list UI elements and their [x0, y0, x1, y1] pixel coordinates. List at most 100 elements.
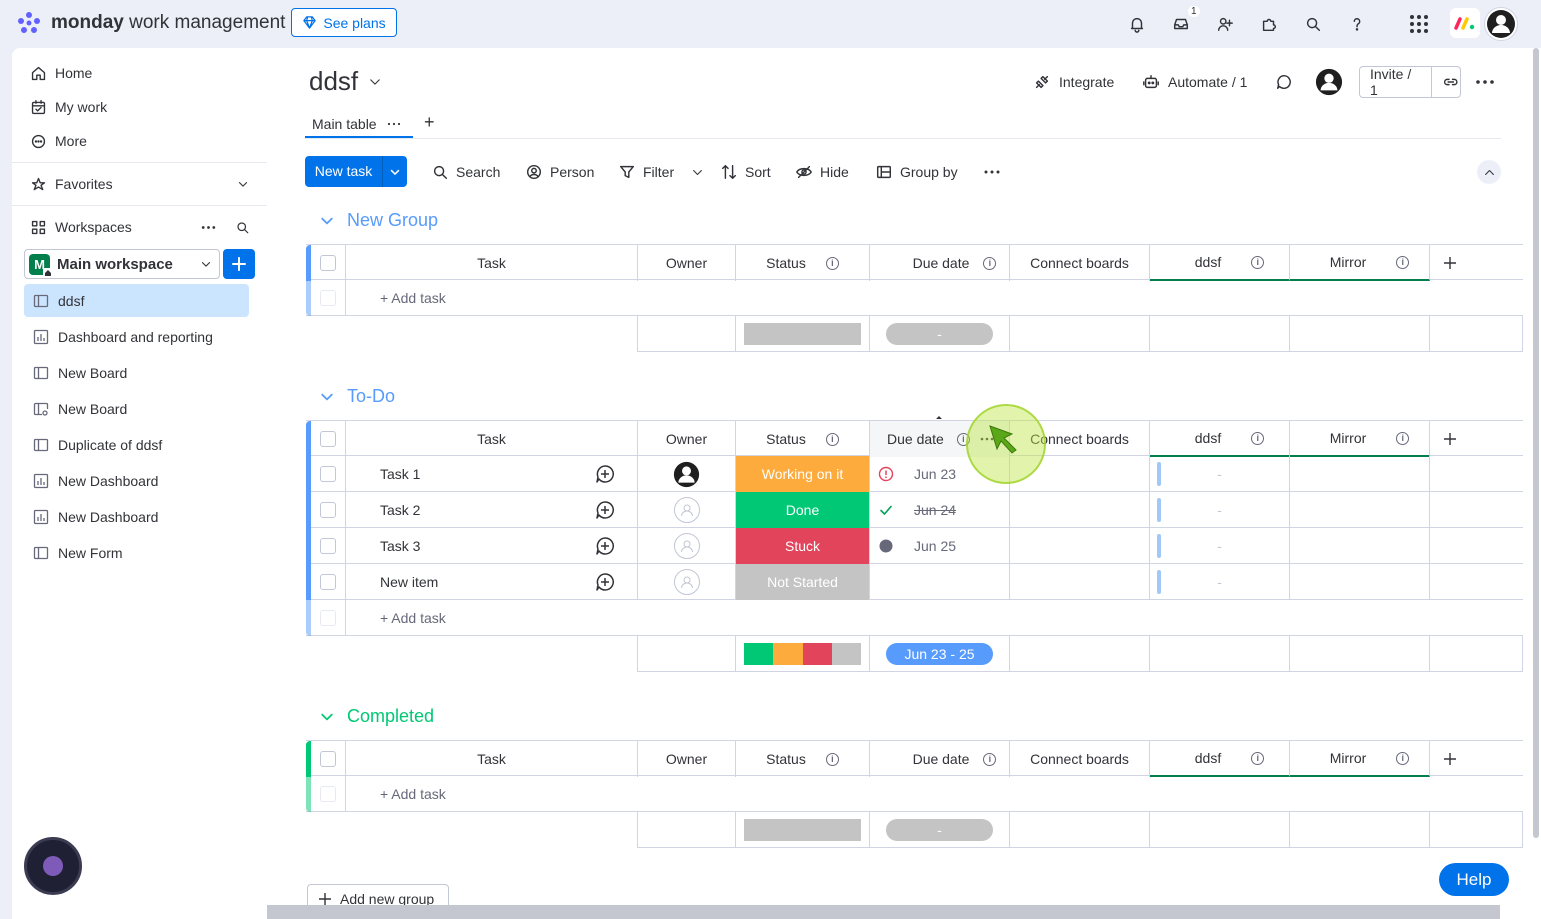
chevron-down-icon[interactable] — [388, 165, 402, 179]
mirror-cell[interactable] — [1290, 528, 1430, 564]
group-header-to-do[interactable]: To-Do — [319, 386, 395, 407]
horizontal-scrollbar[interactable] — [267, 905, 1500, 919]
column-header-connect-boards[interactable]: Connect boards — [1010, 245, 1150, 281]
select-all-checkbox[interactable] — [311, 741, 346, 777]
info-icon[interactable]: i — [1251, 431, 1265, 445]
column-header-status[interactable]: Status i — [736, 421, 870, 457]
chevron-down-icon[interactable] — [691, 166, 704, 179]
group-header-completed[interactable]: Completed — [319, 706, 434, 727]
tab-main-table[interactable]: Main table — [305, 110, 408, 138]
owner-cell[interactable] — [638, 528, 736, 564]
owner-cell[interactable] — [638, 492, 736, 528]
apps-icon[interactable] — [1258, 13, 1280, 35]
sidebar-item-more[interactable]: More — [30, 127, 87, 155]
column-header-mirror[interactable]: Mirror i — [1290, 245, 1430, 281]
status-cell[interactable]: Stuck — [736, 528, 870, 564]
due-date-cell[interactable] — [870, 564, 1010, 600]
connect-boards-cell[interactable] — [1010, 528, 1150, 564]
connect-boards-cell[interactable] — [1010, 492, 1150, 528]
select-all-checkbox[interactable] — [311, 421, 346, 457]
table-row[interactable]: New item Not Started - — [306, 564, 1523, 600]
add-update-button[interactable] — [573, 492, 638, 528]
ddsf-cell[interactable]: - — [1150, 564, 1290, 600]
status-summary[interactable] — [736, 812, 870, 848]
invite-members-icon[interactable] — [1214, 13, 1236, 35]
status-cell[interactable]: Working on it — [736, 456, 870, 492]
board-more-options-icon[interactable] — [1475, 73, 1495, 91]
monday-logo-icon[interactable] — [16, 10, 42, 36]
column-header-ddsf[interactable]: ddsf i — [1150, 741, 1290, 777]
search-icon[interactable] — [235, 220, 250, 235]
info-icon[interactable]: i — [1396, 431, 1410, 445]
sort-button[interactable]: Sort — [720, 160, 771, 184]
add-view-button[interactable]: + — [424, 112, 435, 133]
updates-icon[interactable] — [1273, 71, 1295, 93]
column-header-due-date[interactable]: Due date i — [870, 741, 1010, 777]
row-checkbox[interactable] — [311, 564, 346, 600]
filter-button[interactable]: Filter — [618, 160, 704, 184]
add-update-button[interactable] — [573, 456, 638, 492]
column-header-owner[interactable]: Owner — [638, 421, 736, 457]
info-icon[interactable]: i — [825, 752, 839, 766]
group-header-new-group[interactable]: New Group — [319, 210, 438, 231]
info-icon[interactable]: i — [825, 256, 839, 270]
add-column-button[interactable] — [1430, 421, 1470, 457]
task-name[interactable]: Task 1 — [346, 456, 573, 492]
date-summary[interactable]: - — [870, 812, 1010, 848]
board-avatar-icon[interactable] — [1315, 68, 1343, 96]
automate-button[interactable]: Automate / 1 — [1142, 69, 1247, 95]
info-icon[interactable]: i — [983, 752, 997, 766]
info-icon[interactable]: i — [1251, 751, 1265, 765]
sidebar-board-new-dashboard[interactable]: New Dashboard — [24, 464, 249, 497]
column-header-mirror[interactable]: Mirror i — [1290, 421, 1430, 457]
info-icon[interactable]: i — [983, 256, 997, 270]
due-date-cell[interactable]: Jun 24 — [870, 492, 1010, 528]
date-summary[interactable]: Jun 23 - 25 — [870, 636, 1010, 672]
row-checkbox[interactable] — [311, 776, 346, 812]
see-plans-button[interactable]: See plans — [291, 8, 397, 37]
column-header-task[interactable]: Task — [346, 741, 638, 777]
owner-cell[interactable] — [638, 564, 736, 600]
row-checkbox[interactable] — [311, 456, 346, 492]
add-item-button[interactable] — [223, 249, 255, 279]
ai-assistant-button[interactable] — [24, 837, 82, 895]
table-row[interactable]: Task 2 Done Jun 24 - — [306, 492, 1523, 528]
search-button[interactable]: Search — [431, 160, 500, 184]
bell-icon[interactable] — [1126, 13, 1148, 35]
tab-options-icon[interactable] — [387, 117, 401, 131]
hide-button[interactable]: Hide — [795, 160, 849, 184]
person-filter-button[interactable]: Person — [525, 160, 594, 184]
task-name[interactable]: Task 3 — [346, 528, 573, 564]
mirror-cell[interactable] — [1290, 492, 1430, 528]
column-header-owner[interactable]: Owner — [638, 245, 736, 281]
due-date-cell[interactable]: Jun 25 — [870, 528, 1010, 564]
sidebar-item-home[interactable]: Home — [30, 59, 92, 87]
column-header-connect-boards[interactable]: Connect boards — [1010, 741, 1150, 777]
new-task-button[interactable]: New task — [305, 156, 407, 187]
ddsf-cell[interactable]: - — [1150, 528, 1290, 564]
info-icon[interactable]: i — [1396, 255, 1410, 269]
info-icon[interactable]: i — [1251, 255, 1265, 269]
status-summary[interactable] — [736, 316, 870, 352]
group-by-button[interactable]: Group by — [875, 160, 958, 184]
table-row[interactable]: Task 3 Stuck Jun 25 - — [306, 528, 1523, 564]
app-switcher-icon[interactable] — [1408, 13, 1430, 35]
help-button[interactable]: Help — [1439, 863, 1509, 896]
sidebar-board-new-dashboard-2[interactable]: New Dashboard — [24, 500, 249, 533]
favorites-section[interactable]: Favorites — [30, 170, 250, 198]
vertical-scrollbar[interactable] — [1531, 48, 1541, 919]
column-header-owner[interactable]: Owner — [638, 741, 736, 777]
row-checkbox[interactable] — [311, 492, 346, 528]
add-task-input[interactable]: + Add task — [346, 776, 1523, 812]
integrate-button[interactable]: Integrate — [1033, 69, 1114, 95]
ddsf-cell[interactable]: - — [1150, 456, 1290, 492]
task-name[interactable]: New item — [346, 564, 573, 600]
column-header-status[interactable]: Status i — [736, 741, 870, 777]
workspace-selector[interactable]: M Main workspace — [24, 249, 220, 279]
avatar-icon[interactable] — [1484, 7, 1518, 41]
owner-cell[interactable] — [638, 456, 736, 492]
task-name[interactable]: Task 2 — [346, 492, 573, 528]
help-icon[interactable] — [1346, 13, 1368, 35]
add-column-button[interactable] — [1430, 245, 1470, 281]
add-task-input[interactable]: + Add task — [346, 280, 1523, 316]
